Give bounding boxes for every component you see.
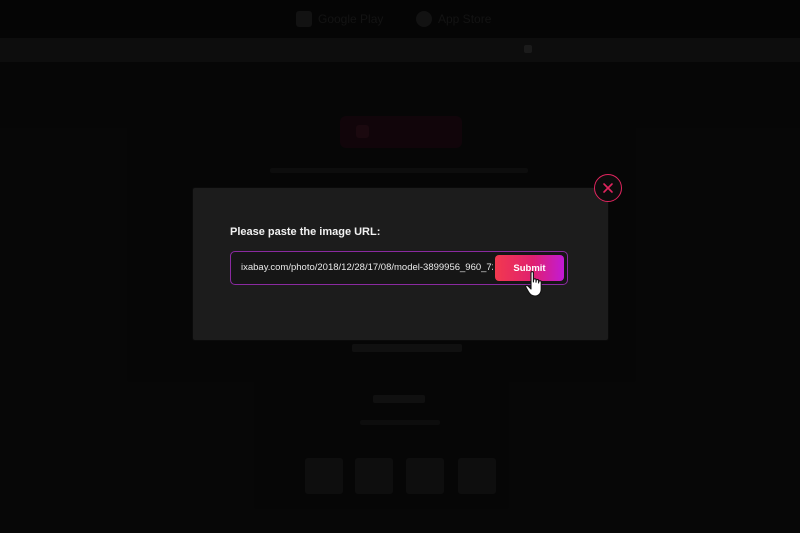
url-input-group: Submit: [230, 251, 568, 285]
page: Google Play App Store Please paste the i…: [0, 0, 800, 533]
image-url-input[interactable]: [241, 252, 493, 284]
close-icon: [603, 183, 613, 193]
paste-url-dialog: Please paste the image URL: Submit: [193, 188, 608, 340]
dialog-title: Please paste the image URL:: [230, 226, 381, 238]
submit-button[interactable]: Submit: [495, 255, 564, 281]
close-dialog-button[interactable]: [594, 174, 622, 202]
